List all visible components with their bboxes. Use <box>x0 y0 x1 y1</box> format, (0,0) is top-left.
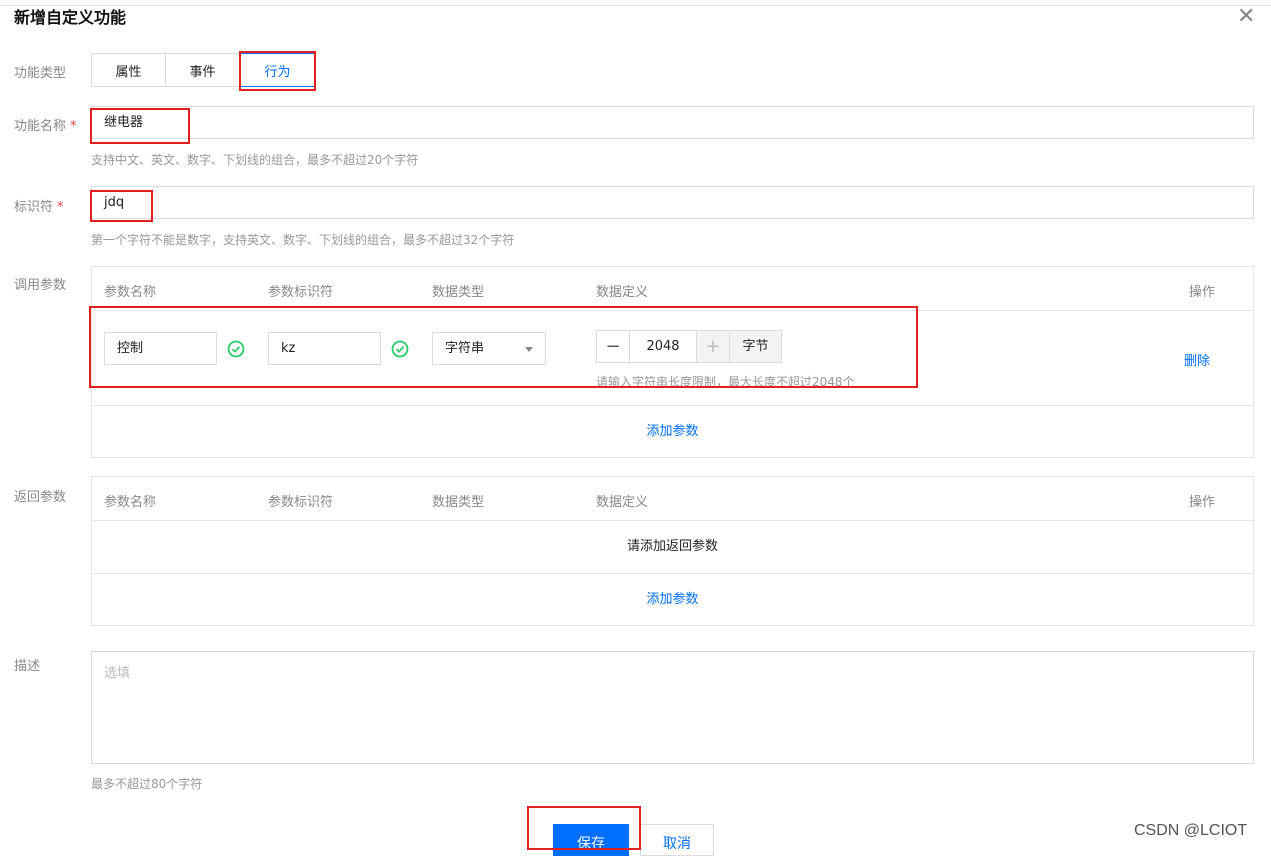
identifier-label: 标识符 * <box>14 200 64 215</box>
check-circle-icon <box>227 340 245 358</box>
col-data-definition: 数据定义 <box>596 495 649 510</box>
col-action: 操作 <box>1189 495 1216 510</box>
close-icon[interactable]: ✕ <box>1237 6 1255 28</box>
minus-icon[interactable]: − <box>597 331 630 362</box>
identifier-hint: 第一个字符不能是数字，支持英文、数字、下划线的组合，最多不超过32个字符 <box>91 233 515 247</box>
table-header: 参数名称 参数标识符 数据类型 数据定义 操作 <box>92 267 1253 311</box>
chevron-down-icon <box>525 347 533 352</box>
col-param-name: 参数名称 <box>104 495 157 510</box>
length-stepper: − 2048 + 字节 <box>596 330 782 363</box>
required-mark: * <box>57 200 64 215</box>
table-header: 参数名称 参数标识符 数据类型 数据定义 操作 <box>92 477 1253 521</box>
length-value[interactable]: 2048 <box>630 331 696 362</box>
col-param-identifier: 参数标识符 <box>268 285 334 300</box>
empty-row-text: 请添加返回参数 <box>92 521 1253 574</box>
description-textarea[interactable]: 选填 <box>91 651 1254 764</box>
name-hint: 支持中文、英文、数字、下划线的组合，最多不超过20个字符 <box>91 153 419 167</box>
check-circle-icon <box>391 340 409 358</box>
col-data-definition: 数据定义 <box>596 285 649 300</box>
name-input[interactable]: 继电器 <box>91 106 1254 139</box>
identifier-input[interactable]: jdq <box>91 186 1254 219</box>
param-name-input[interactable]: 控制 <box>104 332 217 365</box>
length-hint: 请输入字符串长度限制，最大长度不超过2048个 <box>596 375 855 389</box>
output-params-table: 参数名称 参数标识符 数据类型 数据定义 操作 请添加返回参数 添加参数 <box>91 476 1254 626</box>
description-hint: 最多不超过80个字符 <box>91 777 203 791</box>
output-params-label: 返回参数 <box>14 490 67 505</box>
plus-icon[interactable]: + <box>696 331 729 362</box>
cancel-button[interactable]: 取消 <box>640 824 714 856</box>
length-unit: 字节 <box>729 331 781 362</box>
input-params-table: 参数名称 参数标识符 数据类型 数据定义 操作 控制 kz 字符串 − 2048… <box>91 266 1254 458</box>
required-mark: * <box>70 119 77 134</box>
col-param-identifier: 参数标识符 <box>268 495 334 510</box>
window-top-border <box>0 0 1271 6</box>
data-type-value: 字符串 <box>445 341 485 356</box>
col-action: 操作 <box>1189 285 1216 300</box>
add-output-param-link[interactable]: 添加参数 <box>92 574 1253 625</box>
param-identifier-input[interactable]: kz <box>268 332 381 365</box>
type-option-event[interactable]: 事件 <box>166 54 240 86</box>
dialog-title: 新增自定义功能 <box>14 8 127 27</box>
data-type-select[interactable]: 字符串 <box>432 332 546 365</box>
col-data-type: 数据类型 <box>432 285 485 300</box>
col-param-name: 参数名称 <box>104 285 157 300</box>
save-button[interactable]: 保存 <box>553 824 629 856</box>
watermark: CSDN @LCIOT <box>1134 822 1248 839</box>
add-input-param-link[interactable]: 添加参数 <box>92 406 1253 457</box>
col-data-type: 数据类型 <box>432 495 485 510</box>
name-label: 功能名称 * <box>14 119 77 134</box>
type-option-action[interactable]: 行为 <box>240 53 315 87</box>
type-label: 功能类型 <box>14 66 67 81</box>
description-label: 描述 <box>14 659 41 674</box>
delete-param-link[interactable]: 删除 <box>1184 350 1210 369</box>
type-option-property[interactable]: 属性 <box>92 54 166 86</box>
type-segmented-control: 属性 事件 行为 <box>91 53 316 87</box>
input-params-label: 调用参数 <box>14 278 67 293</box>
table-row: 控制 kz 字符串 − 2048 + 字节 请输入字符串长度限制，最大长度不超过… <box>92 311 1253 406</box>
